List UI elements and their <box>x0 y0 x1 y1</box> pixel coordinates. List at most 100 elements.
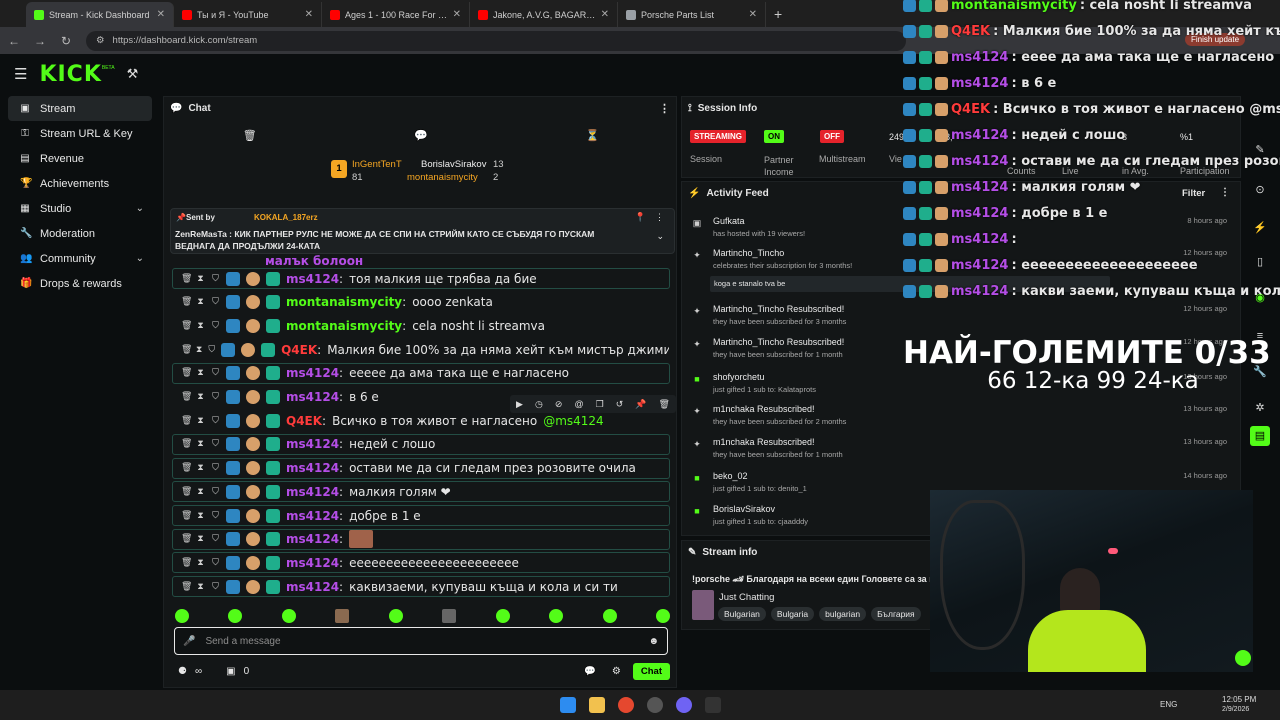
stream-tag[interactable]: bulgarian <box>819 607 867 621</box>
send-chat-button[interactable]: Chat <box>632 662 670 680</box>
chat-username[interactable]: Q4EK <box>281 343 317 357</box>
shield-icon[interactable]: ⛉ <box>211 487 220 497</box>
emote-icon[interactable] <box>388 609 403 623</box>
stream-tag[interactable]: Bulgaria <box>770 607 815 621</box>
shield-icon[interactable]: ⛉ <box>211 392 220 402</box>
hourglass-icon[interactable]: ⧗ <box>196 368 205 378</box>
url-field[interactable]: ⚙ https://dashboard.kick.com/stream <box>86 30 906 51</box>
emote-icon[interactable] <box>549 609 564 623</box>
chat-message[interactable]: 🗑 ⧗ ⛉ ms4124: тоя малкия ще трябва да бие <box>172 268 670 289</box>
emote-icon[interactable] <box>335 609 350 623</box>
hourglass-icon[interactable]: ⧗ <box>196 487 205 497</box>
chat-input[interactable]: 🎤 Send a message ☻ <box>174 627 668 655</box>
leader-name[interactable]: montanaismycity <box>407 172 478 183</box>
chat-username[interactable]: ms4124 <box>286 556 339 570</box>
browser-tab[interactable]: Porsche Parts List ✕ <box>618 2 766 27</box>
trash-icon[interactable]: 🗑 <box>181 345 192 355</box>
chevron-down-icon[interactable]: ⌄ <box>656 231 664 242</box>
terminal-icon[interactable] <box>704 697 721 713</box>
chevron-down-icon[interactable]: ⌄ <box>136 253 144 264</box>
trash-icon[interactable]: 🗑 <box>181 368 192 378</box>
emote-icon[interactable] <box>495 609 510 623</box>
chat-username[interactable]: montanaismycity <box>286 319 402 333</box>
hourglass-icon[interactable]: ⏳ <box>586 129 600 142</box>
sidebar-item[interactable]: 🔧 Moderation <box>8 221 152 246</box>
sidebar-item[interactable]: 🎁 Drops & rewards <box>8 271 152 296</box>
hourglass-icon[interactable]: ⧗ <box>196 274 205 284</box>
emote-icon[interactable] <box>228 609 243 623</box>
hourglass-icon[interactable]: ⧗ <box>196 392 205 402</box>
chat-username[interactable]: ms4124 <box>286 366 339 380</box>
emote-icon[interactable] <box>602 609 617 623</box>
hammer-icon[interactable]: ⚒ <box>127 66 139 82</box>
hourglass-icon[interactable]: ⧗ <box>196 321 205 331</box>
clock-date[interactable]: 2/9/2026 <box>1222 706 1249 713</box>
emoji-icon[interactable]: ☻ <box>648 636 659 647</box>
chat-username[interactable]: ms4124 <box>286 390 339 404</box>
hourglass-icon[interactable]: ⧗ <box>196 558 205 568</box>
trash-icon[interactable]: 🗑 <box>243 129 257 142</box>
obs-icon[interactable] <box>646 697 663 713</box>
trash-icon[interactable]: 🗑 <box>181 416 192 426</box>
chat-mode-icon[interactable]: 💬 <box>414 129 428 142</box>
chat-message[interactable]: 🗑 ⧗ ⛉ Q4EK: Малкия бие 100% за да няма хейт … <box>172 339 670 360</box>
shield-icon[interactable]: ⛉ <box>211 297 220 307</box>
chat-message[interactable]: 🗑 ⧗ ⛉ ms4124: недей с лошо <box>172 433 670 455</box>
trash-icon[interactable]: 🗑 <box>181 274 192 284</box>
stream-tag[interactable]: България <box>871 607 921 621</box>
shield-icon[interactable]: ⛉ <box>211 274 220 284</box>
trash-icon[interactable]: 🗑 <box>181 463 192 473</box>
chat-username[interactable]: ms4124 <box>286 532 339 546</box>
reload-icon[interactable]: ↻ <box>60 34 72 48</box>
list-icon[interactable]: ≡ <box>1250 326 1270 346</box>
category-thumbnail[interactable] <box>692 590 714 620</box>
settings-icon[interactable]: ✲ <box>1250 398 1270 418</box>
chat-username[interactable]: ms4124 <box>286 437 339 451</box>
category-name[interactable]: Just Chatting <box>719 592 774 603</box>
trash-icon[interactable]: 🗑 <box>181 511 192 521</box>
ban-icon[interactable]: ⊘ <box>555 399 563 410</box>
shield-icon[interactable]: ⛉ <box>211 582 220 592</box>
close-icon[interactable]: ✕ <box>749 9 757 20</box>
chevron-down-icon[interactable]: ⌄ <box>136 203 144 214</box>
multistream-off-badge[interactable]: OFF <box>820 130 844 143</box>
browser-tab[interactable]: Stream - Kick Dashboard ✕ <box>26 2 174 27</box>
chat-message[interactable]: 🗑 ⧗ ⛉ Q4EK: Всичко в тоя живот е нагласено @m… <box>172 410 670 431</box>
copy-icon[interactable]: ❐ <box>596 399 604 410</box>
mention-icon[interactable]: @ <box>574 399 583 409</box>
pinned-by-user[interactable]: KOKALA_187erz <box>254 213 318 222</box>
browser-tab[interactable]: Ты и Я - YouTube ✕ <box>174 2 322 27</box>
shield-icon[interactable]: ⛉ <box>211 439 220 449</box>
chat-message[interactable]: 🗑 ⧗ ⛉ montanaismycity: cela nosht li streamv… <box>172 315 670 336</box>
sidebar-item[interactable]: ▣ Stream <box>8 96 152 121</box>
emote-icon[interactable] <box>655 609 670 623</box>
hourglass-icon[interactable]: ⧗ <box>196 463 205 473</box>
chat-mention[interactable]: @ms4124 <box>543 414 603 428</box>
stream-tag[interactable]: Bulgarian <box>718 607 766 621</box>
shield-icon[interactable]: ⛉ <box>211 534 220 544</box>
chat-message[interactable]: 🗑 ⧗ ⛉ ms4124: каквизаеми, купуваш къща и кол… <box>172 576 670 598</box>
microphone-icon[interactable]: 🎤 <box>183 636 195 647</box>
chat-message[interactable]: 🗑 ⧗ ⛉ ms4124: еееееееееееееееееееееее <box>172 552 670 574</box>
sidebar-item[interactable]: ▦ Studio ⌄ <box>8 196 152 221</box>
chat-message[interactable]: 🗑 ⧗ ⛉ montanaismycity: oooo zenkata <box>172 292 670 313</box>
shield-icon[interactable]: ⛉ <box>211 368 220 378</box>
target-icon[interactable]: ⊙ <box>1250 180 1270 200</box>
menu-icon[interactable]: ☰ <box>14 65 27 83</box>
users-icon[interactable]: ⚈ <box>178 666 187 677</box>
upload-icon[interactable]: ▤ <box>1250 426 1270 446</box>
sidebar-item[interactable]: ⚿ Stream URL & Key <box>8 121 152 146</box>
close-icon[interactable]: ✕ <box>453 9 461 20</box>
bolt-icon[interactable]: ⚡ <box>1250 218 1270 238</box>
chat-username[interactable]: montanaismycity <box>286 295 402 309</box>
chat-username[interactable]: ms4124 <box>286 461 339 475</box>
trash-icon[interactable]: 🗑 <box>181 392 192 402</box>
shield-icon[interactable]: ⛉ <box>211 511 220 521</box>
pinned-more-icon[interactable]: ⋮ <box>655 212 664 223</box>
chat-message[interactable]: 🗑 ⧗ ⛉ ms4124: малкия голям ❤ <box>172 481 670 503</box>
discord-icon[interactable] <box>675 697 692 713</box>
trash-icon[interactable]: 🗑 <box>181 439 192 449</box>
emote-icon[interactable] <box>442 609 457 623</box>
shield-icon[interactable]: ⛉ <box>211 321 220 331</box>
chat-icon[interactable]: ▯ <box>1250 252 1270 272</box>
